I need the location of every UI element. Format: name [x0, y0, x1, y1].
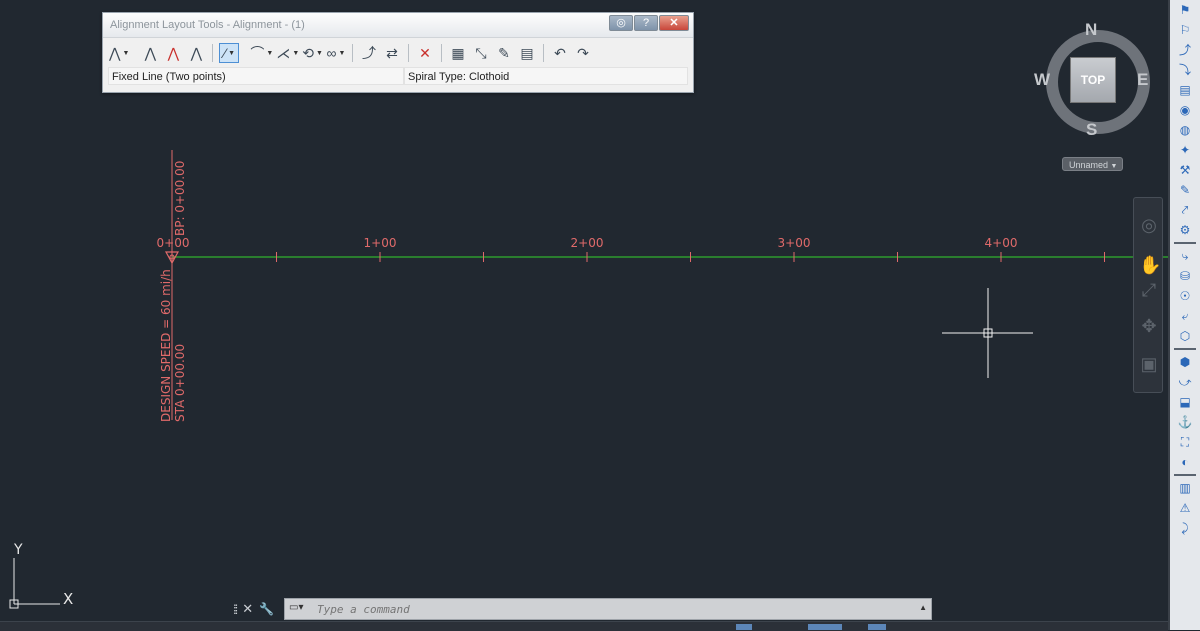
compass-west[interactable]: W [1034, 70, 1050, 90]
tool-strip-separator [1174, 348, 1196, 350]
design-speed-label: DESIGN SPEED = 60 mi/h [159, 269, 173, 422]
tool-strip-button-icon[interactable]: ⚙ [1176, 222, 1194, 238]
curve-tool-icon[interactable]: ⌒ ▼ [250, 43, 273, 63]
tool-strip-button-icon[interactable]: ⛶ [1176, 434, 1194, 450]
grid-view-icon[interactable]: ▦ [448, 43, 468, 63]
tool-strip-button-icon[interactable]: ⬢ [1176, 354, 1194, 370]
insert-pi-icon[interactable]: ⋀ [140, 43, 160, 63]
right-tool-strip: ⚑ ⚐ ⤴ ⤵ ▤ ◉ ◍ ✦ ⚒ ✎ ⤤ ⚙ ⤷ ⛁ ☉ ⤶ ⬡ ⬢ ⤻ ⬓ ⚓ ⛶ ◐ ▥ ⚠ ⤸ [1168, 0, 1200, 630]
toolbar-titlebar[interactable]: Alignment Layout Tools - Alignment - (1)… [103, 13, 693, 38]
tool-strip-button-icon[interactable]: ⬓ [1176, 394, 1194, 410]
tool-strip-button-icon[interactable]: ☉ [1176, 288, 1194, 304]
command-line[interactable]: ▭▾ ▲ [284, 598, 932, 620]
tool-strip-button-icon[interactable]: ⚠ [1176, 500, 1194, 516]
tool-strip-button-icon[interactable]: ⤸ [1176, 520, 1194, 536]
tool-strip-separator [1174, 242, 1196, 244]
pick-subentity-icon[interactable]: ⤡ [471, 43, 491, 63]
tool-strip-button-icon[interactable]: ⬡ [1176, 328, 1194, 344]
current-tool-status: Fixed Line (Two points) [108, 67, 404, 85]
floating-curve-icon[interactable]: ⟲ ▼ [302, 43, 323, 63]
tool-strip-separator [1174, 474, 1196, 476]
fixed-line-icon[interactable]: ⁄ ▼ [219, 43, 240, 63]
reverse-direction-icon[interactable]: ⇄ [382, 43, 402, 63]
subentity-editor-icon[interactable]: ✎ [494, 43, 514, 63]
bp-station-label: BP: 0+00.00 [173, 161, 187, 236]
delete-pi-icon[interactable]: ⋀ [163, 43, 183, 63]
tool-strip-button-icon[interactable]: ◐ [1176, 454, 1194, 470]
undo-icon[interactable]: ↶ [550, 43, 570, 63]
ucs-icon [9, 558, 60, 609]
draw-tangents-icon[interactable]: ⋀ ▼ [109, 43, 129, 63]
viewcube-top-face[interactable]: TOP [1070, 57, 1116, 103]
toolbar-tools-row: ⋀ ▼ ⋀ ⋀ ⋀ ⁄ ▼ ⌒ ▼ ⋌ ▼ ⟲ ▼ ∞ ▼ ⤴ ⇄ ✕ ▦ ⤡ ✎ ▤ ↶ … [109, 42, 596, 64]
station-label-3: 3+00 [778, 236, 811, 250]
command-history-icon[interactable]: ▲ [919, 603, 927, 612]
tool-strip-button-icon[interactable]: ⚑ [1176, 2, 1194, 18]
tool-strip-button-icon[interactable]: ◉ [1176, 102, 1194, 118]
break-apart-pi-icon[interactable]: ⋀ [186, 43, 206, 63]
compass-north[interactable]: N [1085, 20, 1097, 40]
ucs-x-label: X [63, 590, 73, 608]
toolbar-title: Alignment Layout Tools - Alignment - (1) [110, 19, 305, 31]
help-button[interactable]: ? [634, 15, 658, 31]
tool-strip-button-icon[interactable]: ⤵ [1176, 62, 1194, 78]
tool-strip-button-icon[interactable]: ▤ [1176, 82, 1194, 98]
tool-strip-button-icon[interactable]: ⤻ [1176, 374, 1194, 390]
pan-icon[interactable]: ✋ [1139, 255, 1161, 275]
spiral-line-icon[interactable]: ⋌ ▼ [276, 43, 299, 63]
crosshair-cursor [942, 288, 1033, 378]
showmotion-icon[interactable]: ▣ [1139, 354, 1159, 374]
tool-strip-button-icon[interactable]: ▥ [1176, 480, 1194, 496]
tool-strip-button-icon[interactable]: ✦ [1176, 142, 1194, 158]
sta-label: STA 0+00.00 [173, 344, 187, 422]
convert-line-icon[interactable]: ⤴ [359, 43, 379, 63]
station-label-2: 2+00 [571, 236, 604, 250]
orbit-icon[interactable]: ✥ [1139, 316, 1159, 336]
tool-strip-button-icon[interactable]: ⤷ [1176, 248, 1194, 264]
tool-strip-button-icon[interactable]: ⤤ [1176, 202, 1194, 218]
pin-button[interactable]: ◎ [609, 15, 633, 31]
tool-strip-button-icon[interactable]: ⛁ [1176, 268, 1194, 284]
navigation-bar[interactable]: ◎ ✋ ⤢ ✥ ▣ [1133, 197, 1163, 393]
tool-strip-button-icon[interactable]: ⤶ [1176, 308, 1194, 324]
command-close-button[interactable]: ✕ [242, 601, 253, 617]
station-label-0: 0+00 [157, 236, 190, 250]
alignment-layout-tools-toolbar[interactable]: Alignment Layout Tools - Alignment - (1)… [102, 12, 694, 93]
wcs-menu[interactable]: Unnamed ▼ [1062, 157, 1123, 171]
wcs-label: Unnamed [1069, 160, 1109, 170]
status-ortho-icon[interactable] [868, 624, 886, 630]
tool-strip-button-icon[interactable]: ⚐ [1176, 22, 1194, 38]
recent-commands-icon[interactable]: ▭▾ [289, 602, 313, 616]
zoom-extents-icon[interactable]: ⤢ [1139, 280, 1159, 300]
alignment-grid-view-icon[interactable]: ▤ [517, 43, 537, 63]
station-label-4: 4+00 [985, 236, 1018, 250]
station-label-1: 1+00 [364, 236, 397, 250]
drawing-canvas[interactable]: 0+00 1+00 2+00 3+00 4+00 BP: 0+00.00 DES… [0, 0, 1168, 630]
grip-handle-icon[interactable]: ⁞⁞ [233, 602, 238, 617]
status-snap-icon[interactable] [808, 624, 842, 630]
steering-wheel-icon[interactable]: ◎ [1139, 215, 1159, 235]
toolbar-status-row: Fixed Line (Two points) Spiral Type: Clo… [108, 67, 688, 85]
command-input[interactable] [317, 601, 907, 617]
model-space-viewport[interactable]: 0+00 1+00 2+00 3+00 4+00 BP: 0+00.00 DES… [0, 0, 1168, 630]
tool-strip-button-icon[interactable]: ⚓ [1176, 414, 1194, 430]
redo-icon[interactable]: ↷ [573, 43, 593, 63]
ucs-y-label: Y [13, 542, 23, 558]
compass-south[interactable]: S [1086, 120, 1097, 140]
spiral-type-status: Spiral Type: Clothoid [404, 67, 688, 85]
command-customize-button[interactable]: 🔧 [259, 602, 274, 616]
delete-subentity-icon[interactable]: ✕ [415, 43, 435, 63]
status-grid-icon[interactable] [736, 624, 752, 630]
tool-strip-button-icon[interactable]: ⚒ [1176, 162, 1194, 178]
command-line-grip[interactable]: ⁞⁞ ✕ 🔧 [233, 599, 283, 619]
viewcube[interactable]: TOP N S E W [1034, 20, 1152, 139]
tool-strip-button-icon[interactable]: ◍ [1176, 122, 1194, 138]
close-button[interactable]: ✕ [659, 15, 689, 31]
tool-strip-button-icon[interactable]: ⤴ [1176, 42, 1194, 58]
compass-east[interactable]: E [1137, 70, 1148, 90]
tool-strip-button-icon[interactable]: ✎ [1176, 182, 1194, 198]
free-curve-icon[interactable]: ∞ ▼ [326, 43, 346, 63]
